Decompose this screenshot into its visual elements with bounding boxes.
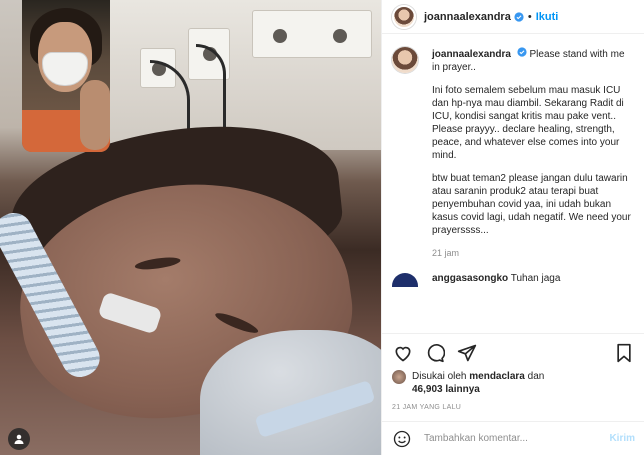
- comment-icon: [427, 344, 445, 363]
- action-bar: Disukai oleh mendaclara dan 46,903 lainn…: [382, 333, 644, 417]
- separator-dot: •: [527, 10, 532, 23]
- comments-list[interactable]: joannaalexandra Please stand with me in …: [382, 35, 644, 332]
- caption-username[interactable]: joannaalexandra: [432, 49, 511, 60]
- likes-count[interactable]: 46,903 lainnya: [412, 384, 480, 395]
- tagged-user-button[interactable]: [8, 428, 30, 450]
- post-comment-button[interactable]: Kirim: [609, 433, 635, 444]
- like-button[interactable]: [392, 342, 414, 364]
- verified-badge-icon: [517, 47, 527, 57]
- video-call-inset: [22, 0, 110, 152]
- waving-hand: [80, 80, 110, 150]
- share-icon: [457, 344, 477, 362]
- emoji-button[interactable]: [392, 429, 412, 449]
- author-username[interactable]: joannaalexandra: [424, 11, 511, 23]
- author-avatar[interactable]: [392, 4, 416, 29]
- bookmark-icon: [617, 343, 631, 363]
- liker-avatar: [392, 370, 406, 384]
- post-timestamp[interactable]: 21 JAM YANG LALU: [392, 404, 635, 411]
- comment-item: anggasasongko Tuhan jaga: [392, 273, 635, 287]
- share-button[interactable]: [456, 342, 478, 364]
- comment-input[interactable]: [424, 433, 610, 444]
- likes-joiner: dan: [527, 371, 545, 382]
- follow-button[interactable]: Ikuti: [536, 11, 559, 23]
- liker-username[interactable]: mendaclara: [469, 371, 525, 382]
- caption: joannaalexandra Please stand with me in …: [392, 47, 635, 260]
- likes-summary: Disukai oleh mendaclara dan 46,903 lainn…: [392, 370, 635, 396]
- post-photo[interactable]: [0, 0, 381, 455]
- comment-text: Tuhan jaga: [510, 273, 561, 284]
- post-side-panel: joannaalexandra • Ikuti joannaalexandra …: [381, 0, 644, 455]
- commenter-avatar[interactable]: [392, 273, 418, 287]
- caption-time[interactable]: 21 jam: [432, 247, 632, 260]
- save-button[interactable]: [613, 342, 635, 364]
- heart-icon: [395, 346, 411, 362]
- caption-paragraph-1: Ini foto semalem sebelum mau masuk ICU d…: [432, 85, 624, 161]
- caption-paragraph-2: btw buat teman2 please jangan dulu tawar…: [432, 173, 631, 236]
- caption-author-avatar[interactable]: [392, 47, 418, 73]
- wall-socket: [252, 10, 372, 58]
- post-header: joannaalexandra • Ikuti: [382, 0, 644, 34]
- comment-button[interactable]: [424, 342, 446, 364]
- emoji-icon: [393, 430, 411, 447]
- commenter-username[interactable]: anggasasongko: [432, 273, 508, 284]
- add-comment-bar: Kirim: [382, 421, 644, 455]
- likes-prefix: Disukai oleh: [412, 371, 467, 382]
- verified-badge-icon: [514, 11, 524, 22]
- user-tag-icon: [14, 434, 24, 444]
